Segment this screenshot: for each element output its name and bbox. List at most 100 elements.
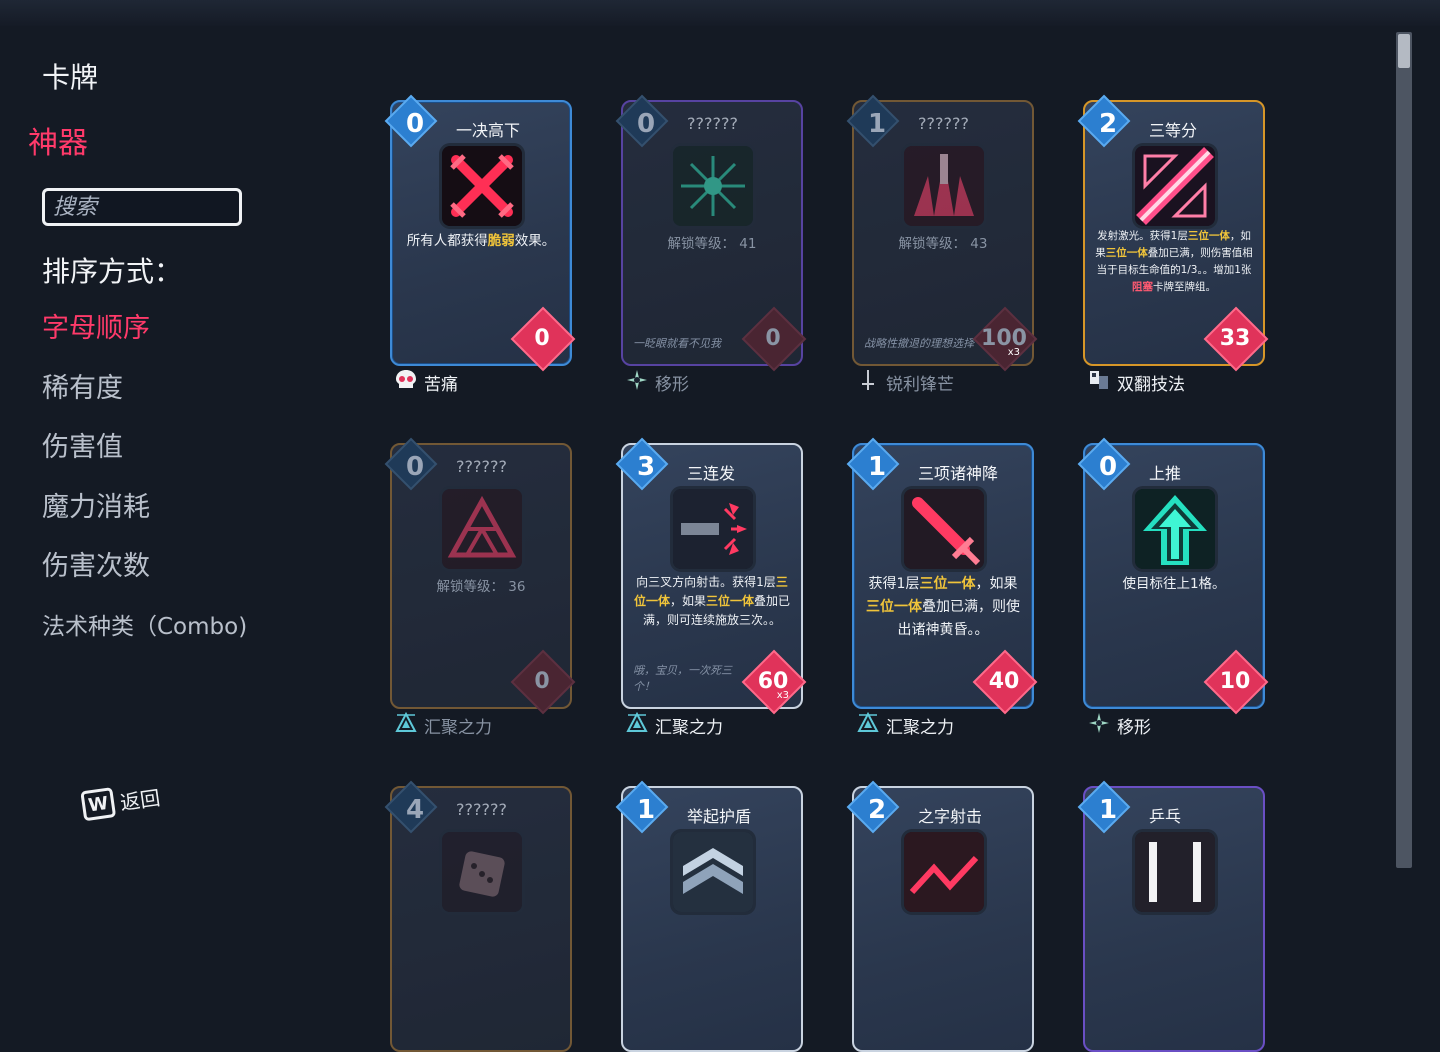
description-text: 使目标往上1格。 xyxy=(1122,576,1226,592)
scrollbar-thumb[interactable] xyxy=(1398,34,1410,68)
keyword: 三位一体 xyxy=(919,576,976,592)
description-text: 效果。 xyxy=(514,233,556,249)
category-label: 苦痛 xyxy=(424,375,458,395)
card[interactable]: 0 一决高下所有人都获得脆弱效果。 0 苦痛 xyxy=(384,94,576,395)
card-cost: 3 xyxy=(636,452,656,482)
card-damage: 40 xyxy=(988,669,1020,694)
description-text: 获得1层 xyxy=(868,576,920,592)
category-label: 锐利锋芒 xyxy=(886,375,954,395)
card[interactable]: 2 三等分 发射激光。获得1层三位一体，如果三位一体叠加已满，则伤害值相当于目标生命… xyxy=(1077,94,1269,395)
card-name: 三连发 xyxy=(687,464,736,483)
triangles-icon xyxy=(856,711,886,740)
section-title-artifacts[interactable]: 神器 xyxy=(28,118,88,162)
card[interactable]: 0?????? 解锁等级： 36 0 汇聚之力 xyxy=(384,437,576,738)
sort-label: 排序方式： xyxy=(42,255,183,288)
sort-option-hit-count[interactable]: 伤害次数 xyxy=(42,544,247,604)
triangles-icon xyxy=(394,711,424,740)
category-label: 汇聚之力 xyxy=(886,718,954,738)
card[interactable]: 1?????? 解锁等级： 43 战略性撤退的理想选择 100 x3 锐利锋芒 xyxy=(846,94,1038,395)
category-label: 移形 xyxy=(1117,718,1151,738)
search-input[interactable] xyxy=(45,191,239,223)
card-name: ?????? xyxy=(918,114,969,133)
card[interactable]: 2 之字射击 xyxy=(846,780,1034,1052)
card-name: ?????? xyxy=(456,457,507,476)
keyword: 三位一体 xyxy=(706,594,755,608)
description-text: ，如果 xyxy=(669,594,706,608)
card-category: 锐利锋芒 xyxy=(856,368,954,397)
card[interactable]: 3 三连发 向三叉方向射击。获得1层三位一体，如果三位一体叠加已满，则可连续施放三次… xyxy=(615,437,807,738)
card-name: 之字射击 xyxy=(918,807,983,826)
keyword: 三位一体 xyxy=(1105,247,1148,259)
card-name: 上推 xyxy=(1149,464,1182,483)
card-name: 三项诸神降 xyxy=(918,464,999,483)
description-text: 发射激光。获得1层 xyxy=(1097,230,1188,242)
card-cost: 0 xyxy=(405,109,425,139)
description-text: 所有人都获得 xyxy=(406,233,488,249)
card-cost: 0 xyxy=(405,452,425,482)
flavor-text: 一眨眼就看不见我 xyxy=(633,337,721,350)
crossed-swords-icon xyxy=(442,146,522,226)
card-damage: 100 xyxy=(981,326,1027,351)
card[interactable]: 1 三项诸神降 获得1层三位一体，如果三位一体叠加已满，则使出诸神黄昏。。 40 汇聚之… xyxy=(846,437,1038,738)
card[interactable]: 0?????? 解锁等级： 41 一眨眼就看不见我 0 移形 xyxy=(615,94,807,395)
back-label: 返回 xyxy=(118,785,162,815)
back-button[interactable]: W 返回 xyxy=(80,781,161,822)
w-key-icon: W xyxy=(80,787,117,822)
card-name: 乒乓 xyxy=(1149,807,1182,826)
description-text: 向三叉方向射击。获得1层 xyxy=(636,575,776,589)
card-category: 苦痛 xyxy=(394,368,458,397)
up-arrow-icon xyxy=(1135,489,1215,569)
damage-multiplier: x3 xyxy=(776,690,789,701)
card-damage: 33 xyxy=(1219,326,1251,351)
diving-sword-icon xyxy=(904,489,984,569)
card-damage: 60 xyxy=(757,669,789,694)
card-cost: 2 xyxy=(867,795,887,825)
card-description: 向三叉方向射击。获得1层三位一体，如果三位一体叠加已满，则可连续施放三次。。 xyxy=(631,573,793,630)
card-cost: 1 xyxy=(867,109,887,139)
triple-arrows-icon xyxy=(673,489,753,569)
card-name: 一决高下 xyxy=(456,121,521,140)
card[interactable]: 1 举起护盾 xyxy=(615,780,803,1052)
card-description: 使目标往上1格。 xyxy=(1093,573,1255,596)
triangles-icon xyxy=(625,711,655,740)
card-name: 举起护盾 xyxy=(687,807,752,826)
card-category: 汇聚之力 xyxy=(394,711,492,740)
keyword: 脆弱 xyxy=(487,233,515,249)
scrollbar-track[interactable] xyxy=(1396,32,1412,868)
card-cost: 2 xyxy=(1098,109,1118,139)
card-description: 发射激光。获得1层三位一体，如果三位一体叠加已满，则伤害值相当于目标生命值的1/… xyxy=(1093,228,1255,296)
card-cost: 0 xyxy=(636,109,656,139)
sort-options: 字母顺序 稀有度 伤害值 魔力消耗 伤害次数 法术种类（Combo) xyxy=(42,306,247,666)
card-description: 所有人都获得脆弱效果。 xyxy=(400,230,562,253)
sidebar: 卡牌 神器 排序方式： 字母顺序 稀有度 伤害值 魔力消耗 伤害次数 法术种类（… xyxy=(0,0,380,900)
spike-burst-icon xyxy=(904,146,984,226)
shuriken-icon xyxy=(1087,711,1117,740)
card-name: ?????? xyxy=(456,800,507,819)
card[interactable]: 0 上推 使目标往上1格。 10 移形 xyxy=(1077,437,1269,738)
dice-icon xyxy=(442,832,522,912)
sort-option-damage[interactable]: 伤害值 xyxy=(42,425,247,485)
sort-option-alphabetical[interactable]: 字母顺序 xyxy=(42,306,247,366)
sort-option-mana-cost[interactable]: 魔力消耗 xyxy=(42,485,247,545)
unlock-level-label: 解锁等级： 36 xyxy=(436,579,526,595)
keyword: 三位一体 xyxy=(1187,230,1230,242)
flavor-text: 哦，宝贝，一次死三个！ xyxy=(633,664,732,693)
unlock-level-label: 解锁等级： 41 xyxy=(667,236,757,252)
card[interactable]: 4?????? xyxy=(384,780,572,1052)
card-cost: 4 xyxy=(405,795,425,825)
sort-option-spell-type[interactable]: 法术种类（Combo) xyxy=(42,604,247,667)
card-category: 移形 xyxy=(1087,711,1151,740)
category-label: 汇聚之力 xyxy=(655,718,723,738)
card-cost: 0 xyxy=(1098,452,1118,482)
sort-option-rarity[interactable]: 稀有度 xyxy=(42,366,247,426)
description-text: ，如果 xyxy=(975,576,1018,592)
cards-icon xyxy=(1087,368,1117,397)
search-box[interactable] xyxy=(42,188,242,226)
category-label: 移形 xyxy=(655,375,689,395)
section-title-cards[interactable]: 卡牌 xyxy=(42,56,98,96)
card[interactable]: 1 乒乓 xyxy=(1077,780,1265,1052)
damage-multiplier: x3 xyxy=(1007,347,1020,358)
card-damage: 0 xyxy=(534,326,550,351)
card-category: 移形 xyxy=(625,368,689,397)
card-damage: 0 xyxy=(765,326,781,351)
